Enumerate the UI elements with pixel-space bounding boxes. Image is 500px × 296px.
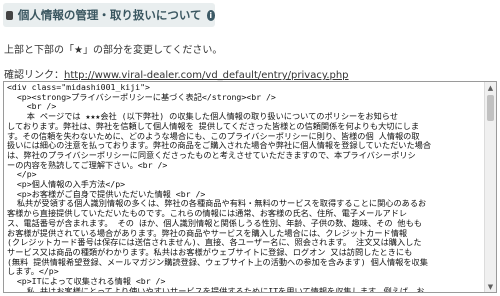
textarea-line: <p><strong>プライバシーポリシーに基づく表記</strong><br … <box>7 91 276 102</box>
confirm-link-row: 確認リンク：http://www.viral-dealer.com/vd_def… <box>4 66 349 81</box>
square-bullet-icon <box>6 10 13 20</box>
textarea-content[interactable]: <div class="midashi001_kiji"> <p><strong… <box>7 83 482 293</box>
scroll-up-arrow-icon[interactable]: ▲ <box>485 82 496 93</box>
scrollbar-thumb[interactable] <box>487 95 494 121</box>
vertical-scrollbar[interactable]: ▲ ▼ <box>484 82 496 292</box>
html-source-textarea[interactable]: <div class="midashi001_kiji"> <p><strong… <box>3 81 497 293</box>
confirm-link-label: 確認リンク： <box>4 70 64 81</box>
textarea-line: (無料 提供情報希望登録、メールマガジン購読登録、ウェブサイト上の活動への参加を… <box>7 256 428 267</box>
instruction-text: 上部と下部の「★」の部分を変更してください。 <box>4 45 223 56</box>
textarea-line: 私 共はお客様にとってより使いやすいサービスを提供するためにITを用いて情報を収… <box>7 285 425 293</box>
info-icon[interactable]: i <box>206 9 215 21</box>
scroll-down-arrow-icon[interactable]: ▼ <box>485 281 496 292</box>
section-title: 個人情報の管理・取り扱いについて <box>17 8 202 22</box>
textarea-line: ーの内容を熟読してご理解下さい。<br /> <box>7 159 168 170</box>
privacy-policy-link[interactable]: http://www.viral-dealer.com/vd_default/e… <box>64 70 349 81</box>
section-header: 個人情報の管理・取り扱いについて i <box>3 3 215 27</box>
